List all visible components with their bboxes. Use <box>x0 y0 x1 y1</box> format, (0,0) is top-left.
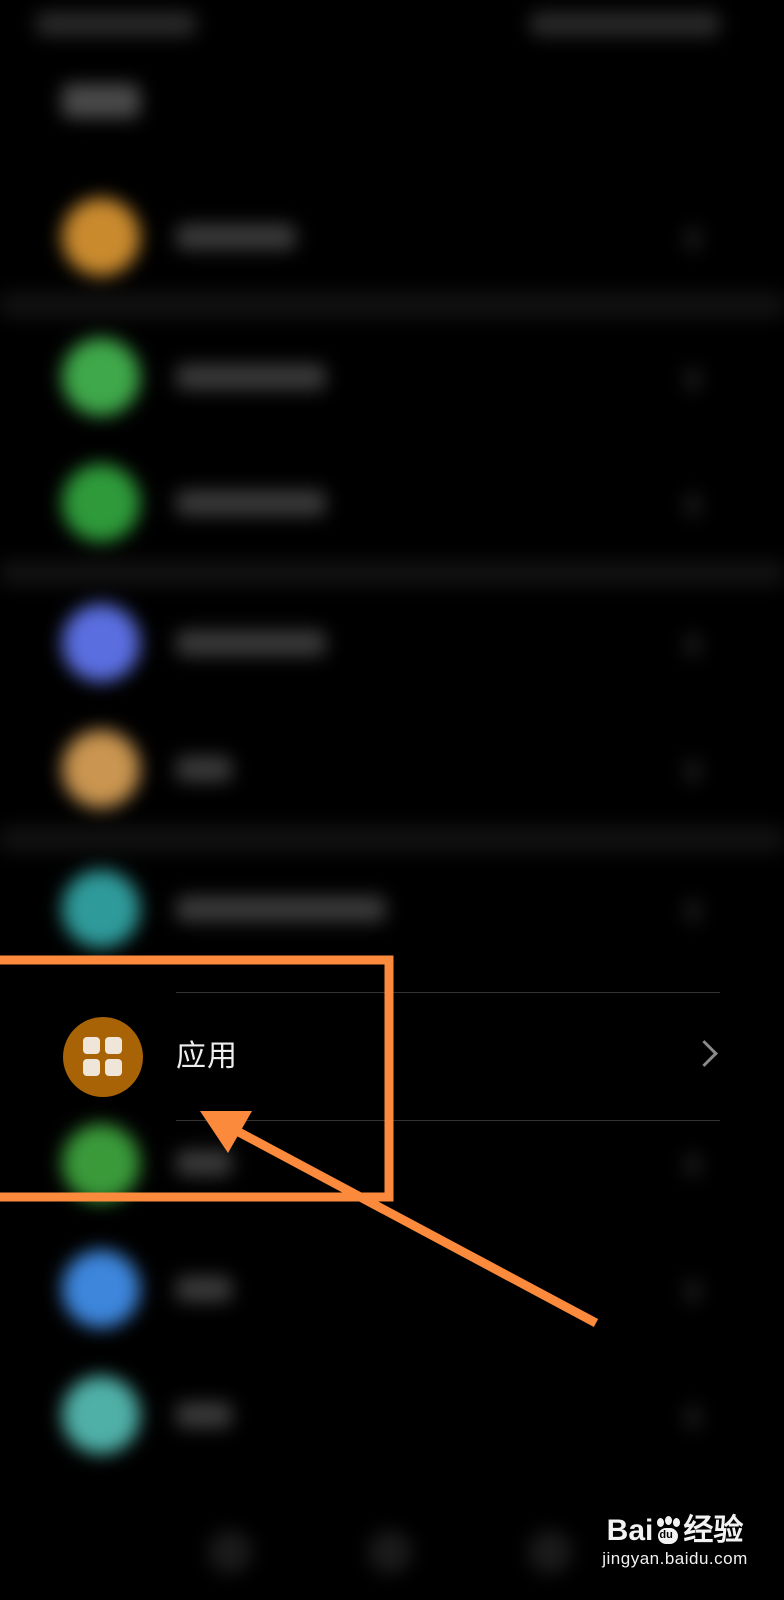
baidu-jingyan-watermark: Bai du 经验 jingyan.baidu.com <box>600 1514 750 1570</box>
watermark-url: jingyan.baidu.com <box>602 1549 748 1568</box>
settings-screen: 应用 Bai du 经验 jingyan.baidu.com <box>0 0 784 1600</box>
watermark-brand-left: Bai <box>606 1514 654 1547</box>
annotation-overlay <box>0 955 599 1327</box>
highlight-box <box>0 955 394 1202</box>
watermark-brand: Bai du 经验 <box>600 1514 750 1548</box>
watermark-brand-right: 经验 <box>683 1514 744 1547</box>
baidu-paw-icon: du <box>654 1516 682 1544</box>
arrow-shaft <box>232 1126 599 1327</box>
watermark-paw-text: du <box>659 1529 673 1541</box>
